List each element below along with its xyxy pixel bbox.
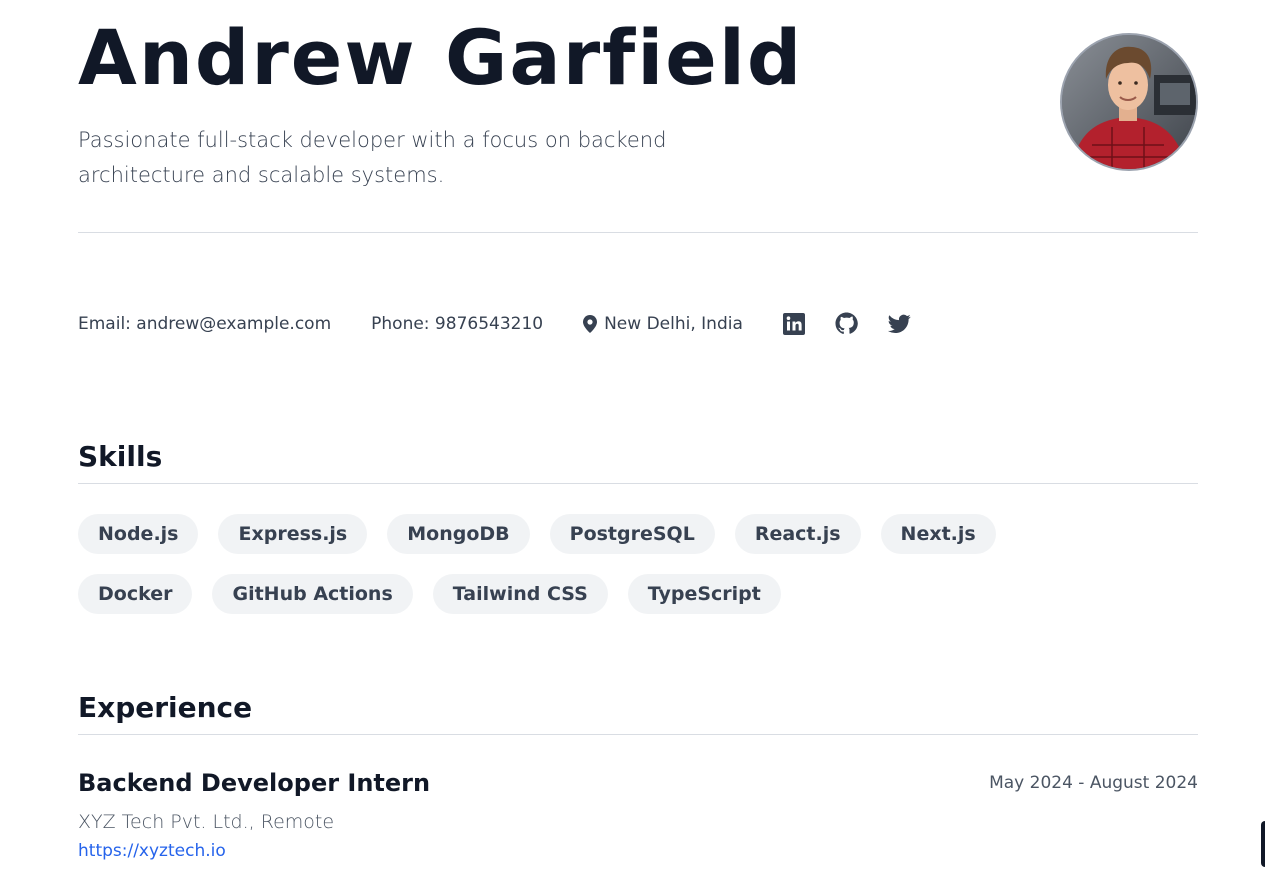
job-dates: May 2024 - August 2024 [989,773,1198,793]
skill-chip: Docker [78,574,193,614]
contact-row: Email: andrew@example.com Phone: 9876543… [78,312,941,335]
skills-title: Skills [78,440,163,473]
linkedin-icon[interactable] [782,312,805,335]
skill-chip: React.js [734,514,861,554]
avatar [1060,33,1198,171]
skill-chip: Next.js [880,514,996,554]
experience-title: Experience [78,691,253,724]
profile-name: Andrew Garfield [78,13,804,102]
location-pin-icon [583,314,598,333]
contact-location-label: New Delhi, India [604,313,743,334]
profile-header: Andrew Garfield Passionate full-stack de… [78,0,1198,233]
social-links [782,312,941,335]
skill-chip: Node.js [78,514,199,554]
floating-widget-tab[interactable] [1261,821,1265,867]
skills-divider [78,483,1198,484]
resume-page: Andrew Garfield Passionate full-stack de… [0,0,1265,881]
experience-item: Backend Developer Intern May 2024 - Augu… [78,769,1198,861]
skills-list: Node.js Express.js MongoDB PostgreSQL Re… [78,514,1078,634]
skills-section: Skills Node.js Express.js MongoDB Postgr… [78,440,1198,634]
skill-chip: MongoDB [387,514,530,554]
job-company: XYZ Tech Pvt. Ltd., Remote [78,811,335,833]
avatar-photo [1062,35,1196,169]
experience-divider [78,734,1198,735]
twitter-icon[interactable] [887,314,911,334]
contact-location: New Delhi, India [583,314,743,334]
skill-chip: PostgreSQL [549,514,715,554]
skill-chip: Tailwind CSS [432,574,608,614]
skill-chip: Express.js [218,514,368,554]
resume-container: Andrew Garfield Passionate full-stack de… [78,0,1198,861]
github-icon[interactable] [835,312,858,335]
experience-section: Experience Backend Developer Intern May … [78,691,1198,861]
skill-chip: GitHub Actions [212,574,413,614]
contact-phone[interactable]: Phone: 9876543210 [371,314,543,334]
skill-chip: TypeScript [627,574,781,614]
profile-tagline: Passionate full-stack developer with a f… [78,128,667,187]
company-link[interactable]: https://xyztech.io [78,841,1198,861]
contact-email[interactable]: Email: andrew@example.com [78,314,331,334]
